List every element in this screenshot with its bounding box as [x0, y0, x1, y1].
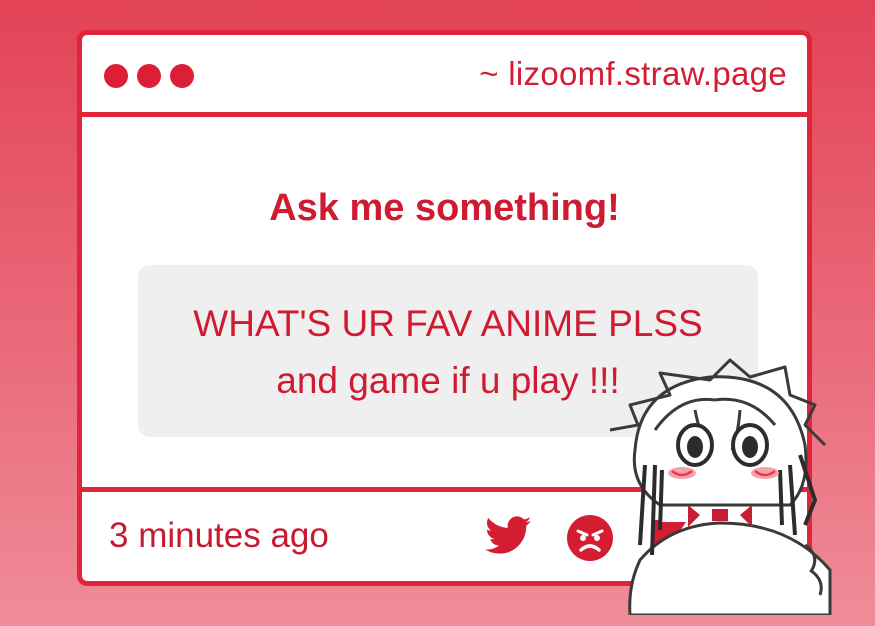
page-url[interactable]: ~ lizoomf.straw.page — [479, 55, 787, 93]
twitter-icon[interactable] — [484, 512, 534, 558]
window-dot-2[interactable] — [137, 64, 161, 88]
timestamp: 3 minutes ago — [109, 516, 329, 555]
window-controls — [104, 64, 194, 88]
chibi-doodle-illustration — [609, 358, 832, 615]
title-bar: ~ lizoomf.straw.page — [82, 35, 807, 117]
window-dot-3[interactable] — [170, 64, 194, 88]
page-title: Ask me something! — [269, 187, 620, 229]
question-text-line-1: WHAT'S UR FAV ANIME PLSS — [193, 303, 703, 344]
window-dot-1[interactable] — [104, 64, 128, 88]
